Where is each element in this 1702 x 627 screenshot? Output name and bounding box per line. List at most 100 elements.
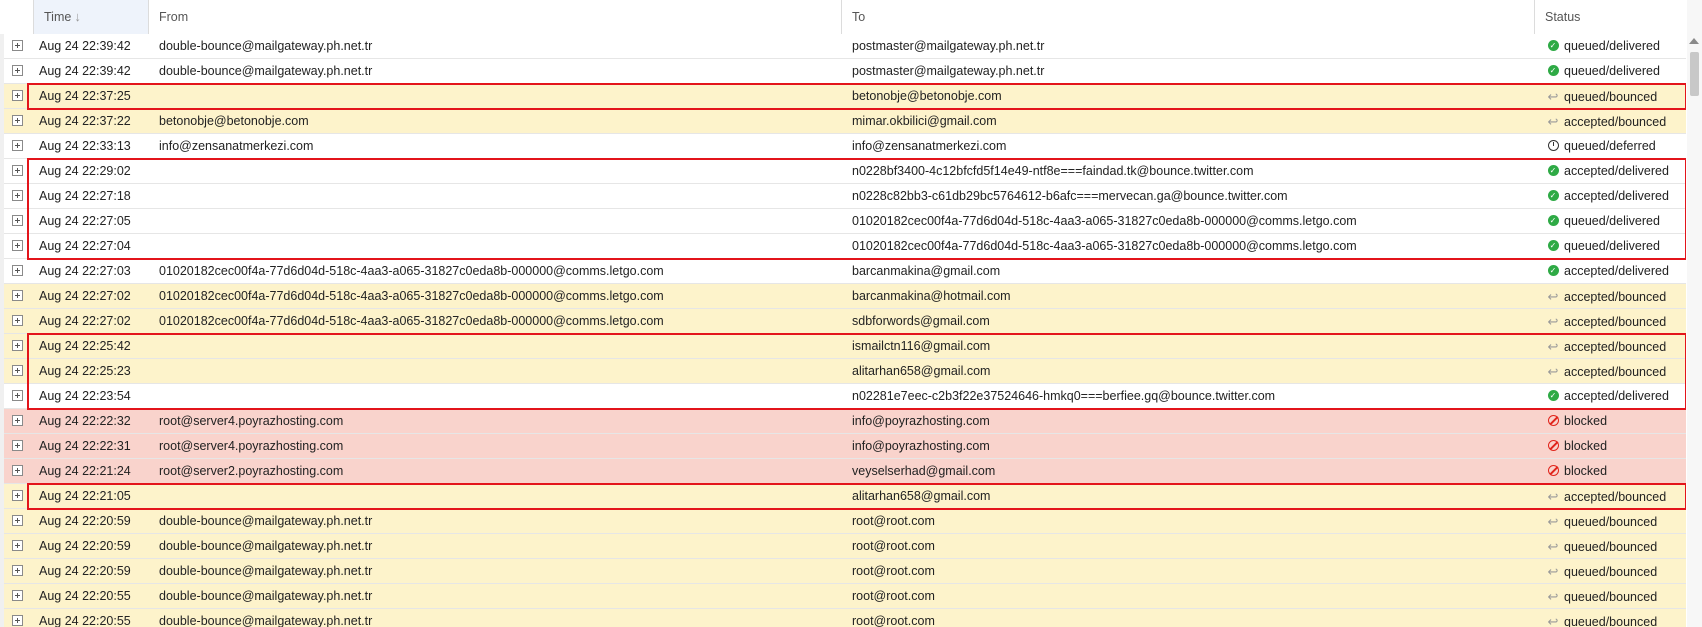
expand-icon[interactable] (11, 415, 23, 427)
status-cell: blocked (1545, 434, 1686, 459)
expand-icon[interactable] (11, 190, 23, 202)
expand-cell[interactable] (0, 434, 34, 459)
table-row[interactable]: Aug 24 22:20:59 double-bounce@mailgateway… (0, 534, 1686, 559)
expand-icon[interactable] (11, 165, 23, 177)
to-cell: root@root.com (852, 589, 935, 603)
expand-cell[interactable] (0, 84, 34, 109)
table-row[interactable]: Aug 24 22:27:18 n0228c82bb3-c61db29bc5764… (0, 184, 1686, 209)
time-cell: Aug 24 22:33:13 (39, 139, 131, 153)
to-column-header[interactable]: To (842, 0, 1535, 34)
check-circle-icon: ✓ (1545, 209, 1561, 234)
time-cell: Aug 24 22:20:59 (39, 564, 131, 578)
table-row[interactable]: Aug 24 22:23:54 n02281e7eec-c2b3f22e37524… (0, 384, 1686, 409)
expand-cell[interactable] (0, 334, 34, 359)
expand-icon[interactable] (11, 465, 23, 477)
expand-cell[interactable] (0, 209, 34, 234)
expand-icon[interactable] (11, 115, 23, 127)
check-circle-icon: ✓ (1545, 384, 1561, 409)
time-column-header[interactable]: Time ↓ (34, 0, 149, 34)
expand-icon[interactable] (11, 265, 23, 277)
expand-cell[interactable] (0, 359, 34, 384)
expand-cell[interactable] (0, 109, 34, 134)
bounce-arrow-icon: ↩ (1547, 489, 1559, 504)
expand-icon[interactable] (11, 365, 23, 377)
table-row[interactable]: Aug 24 22:29:02 n0228bf3400-4c12bfcfd5f14… (0, 159, 1686, 184)
expand-cell[interactable] (0, 34, 34, 59)
expand-cell[interactable] (0, 609, 34, 627)
status-cell: queued/deferred (1545, 134, 1686, 159)
expand-cell[interactable] (0, 159, 34, 184)
expand-cell[interactable] (0, 184, 34, 209)
status-column-header[interactable]: Status (1535, 0, 1686, 34)
expand-icon[interactable] (11, 490, 23, 502)
expand-cell[interactable] (0, 409, 34, 434)
bounce-arrow-icon: ↩ (1547, 614, 1559, 627)
expand-icon[interactable] (11, 340, 23, 352)
table-row[interactable]: Aug 24 22:20:59 double-bounce@mailgateway… (0, 559, 1686, 584)
expand-cell[interactable] (0, 459, 34, 484)
table-row[interactable]: Aug 24 22:27:03 01020182cec00f4a-77d6d04d… (0, 259, 1686, 284)
table-row[interactable]: Aug 24 22:20:59 double-bounce@mailgateway… (0, 509, 1686, 534)
scroll-up-icon[interactable] (1689, 38, 1699, 44)
table-row[interactable]: Aug 24 22:22:31 root@server4.poyrazhostin… (0, 434, 1686, 459)
expand-cell[interactable] (0, 134, 34, 159)
time-cell: Aug 24 22:27:02 (39, 289, 131, 303)
status-cell: ↩ queued/bounced (1545, 559, 1686, 585)
expand-cell[interactable] (0, 384, 34, 409)
expand-icon[interactable] (11, 140, 23, 152)
table-row[interactable]: Aug 24 22:21:05 alitarhan658@gmail.com ↩ ac… (0, 484, 1686, 509)
expand-cell[interactable] (0, 584, 34, 609)
expand-icon[interactable] (11, 65, 23, 77)
vertical-scrollbar[interactable] (1687, 0, 1702, 627)
expand-icon[interactable] (11, 40, 23, 52)
expand-icon[interactable] (11, 590, 23, 602)
table-row[interactable]: Aug 24 22:25:42 ismailctn116@gmail.com ↩ ac… (0, 334, 1686, 359)
table-row[interactable]: Aug 24 22:25:23 alitarhan658@gmail.com ↩ ac… (0, 359, 1686, 384)
table-row[interactable]: Aug 24 22:39:42 double-bounce@mailgateway… (0, 34, 1686, 59)
expand-icon[interactable] (11, 390, 23, 402)
from-cell: double-bounce@mailgateway.ph.net.tr (159, 514, 373, 528)
table-row[interactable]: Aug 24 22:37:25 betonobje@betonobje.com ↩ q… (0, 84, 1686, 109)
from-column-header[interactable]: From (149, 0, 842, 34)
expand-cell[interactable] (0, 559, 34, 584)
expand-cell[interactable] (0, 284, 34, 309)
expand-cell[interactable] (0, 259, 34, 284)
table-row[interactable]: Aug 24 22:27:05 01020182cec00f4a-77d6d04d… (0, 209, 1686, 234)
expand-cell[interactable] (0, 59, 34, 84)
table-row[interactable]: Aug 24 22:27:02 01020182cec00f4a-77d6d04d… (0, 284, 1686, 309)
expand-icon[interactable] (11, 440, 23, 452)
table-row[interactable]: Aug 24 22:22:32 root@server4.poyrazhostin… (0, 409, 1686, 434)
table-row[interactable]: Aug 24 22:33:13 info@zensanatmerkezi.com i… (0, 134, 1686, 159)
table-row[interactable]: Aug 24 22:20:55 double-bounce@mailgateway… (0, 609, 1686, 627)
time-cell: Aug 24 22:20:55 (39, 614, 131, 627)
table-row[interactable]: Aug 24 22:27:04 01020182cec00f4a-77d6d04d… (0, 234, 1686, 259)
status-cell: ↩ accepted/bounced (1545, 109, 1686, 135)
expand-cell[interactable] (0, 309, 34, 334)
expand-cell[interactable] (0, 234, 34, 259)
table-row[interactable]: Aug 24 22:37:22 betonobje@betonobje.com mi… (0, 109, 1686, 134)
to-cell: n0228c82bb3-c61db29bc5764612-b6afc===mer… (852, 189, 1288, 203)
expand-icon[interactable] (11, 290, 23, 302)
status-label: accepted/bounced (1564, 290, 1667, 304)
expand-icon[interactable] (11, 565, 23, 577)
status-label: queued/bounced (1564, 90, 1658, 104)
to-cell: n0228bf3400-4c12bfcfd5f14e49-ntf8e===fai… (852, 164, 1254, 178)
table-row[interactable]: Aug 24 22:27:02 01020182cec00f4a-77d6d04d… (0, 309, 1686, 334)
status-cell: ↩ queued/bounced (1545, 584, 1686, 610)
table-row[interactable]: Aug 24 22:21:24 root@server2.poyrazhostin… (0, 459, 1686, 484)
table-row[interactable]: Aug 24 22:39:42 double-bounce@mailgateway… (0, 59, 1686, 84)
expand-cell[interactable] (0, 509, 34, 534)
expand-icon[interactable] (11, 540, 23, 552)
scroll-thumb[interactable] (1690, 52, 1699, 96)
expand-icon[interactable] (11, 515, 23, 527)
expand-icon[interactable] (11, 315, 23, 327)
expand-icon[interactable] (11, 615, 23, 627)
table-row[interactable]: Aug 24 22:20:55 double-bounce@mailgateway… (0, 584, 1686, 609)
expand-cell[interactable] (0, 484, 34, 509)
expand-cell[interactable] (0, 534, 34, 559)
expand-icon[interactable] (11, 90, 23, 102)
to-cell: info@poyrazhosting.com (852, 414, 990, 428)
expand-icon[interactable] (11, 215, 23, 227)
arrow-down-icon: ↓ (74, 9, 81, 24)
expand-icon[interactable] (11, 240, 23, 252)
